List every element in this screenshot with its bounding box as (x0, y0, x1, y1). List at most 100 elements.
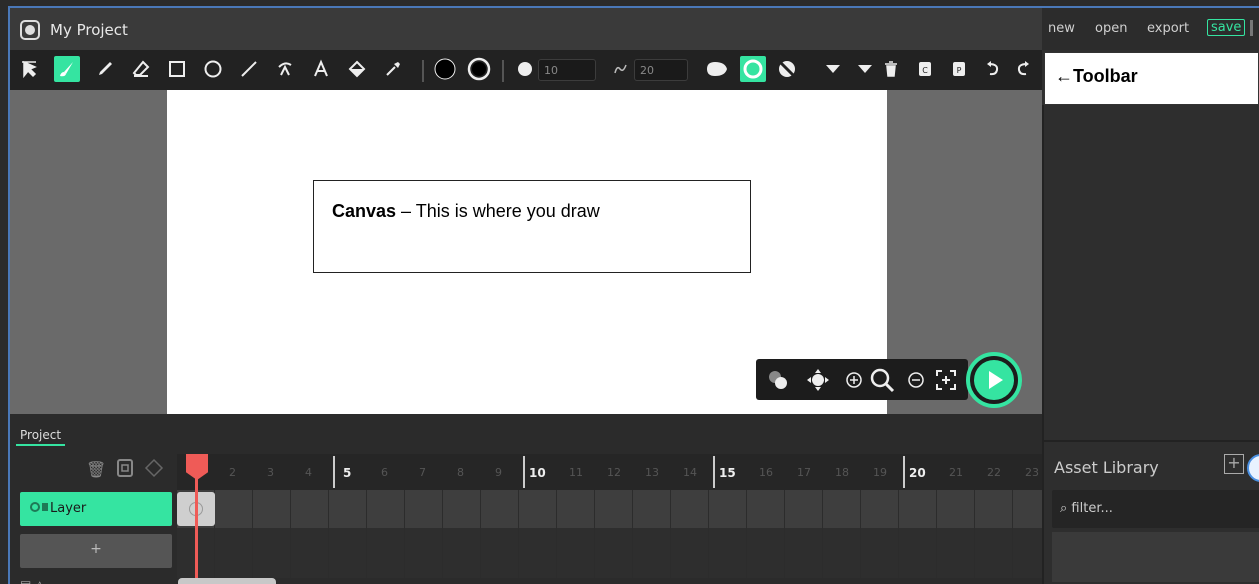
add-asset-icon[interactable]: + (1224, 454, 1244, 474)
dropdown-icon[interactable] (820, 56, 846, 82)
callout-arrow: ← (1055, 66, 1073, 86)
layer-frames-row[interactable] (177, 490, 1042, 528)
menu-overflow-icon[interactable] (1250, 20, 1253, 36)
brush-size-icon (512, 56, 538, 82)
smoothing-field[interactable] (634, 59, 688, 81)
svg-text:C: C (922, 66, 928, 75)
toolbar-callout: ←Toolbar (1044, 52, 1259, 105)
frame-number: 6 (381, 466, 388, 479)
copy-icon[interactable]: C (912, 56, 938, 82)
file-menu: new open export save (1042, 8, 1259, 50)
timeline-scrollbar[interactable] (178, 578, 276, 584)
frame-number: 11 (569, 466, 583, 479)
layer-name: Layer (50, 501, 87, 516)
frame-number: 4 (305, 466, 312, 479)
delete-icon[interactable] (878, 56, 904, 82)
stage-area: Canvas – This is where you draw (10, 90, 1042, 414)
mask-mode-icon[interactable] (774, 56, 800, 82)
fill-color-swatch-icon[interactable] (432, 56, 458, 82)
major-frame-mark (903, 456, 905, 488)
toolbar: C P (10, 50, 1042, 90)
fill-icon[interactable] (344, 56, 370, 82)
paste-icon[interactable]: P (946, 56, 972, 82)
menu-export[interactable]: export (1147, 21, 1189, 36)
menu-save[interactable]: save (1207, 19, 1246, 36)
frame-number: 21 (949, 466, 963, 479)
visibility-icon[interactable] (30, 502, 40, 512)
frame-number: 13 (645, 466, 659, 479)
frame-number: 10 (529, 466, 546, 480)
eraser-icon[interactable] (128, 56, 154, 82)
toolbar-separator (422, 60, 424, 82)
canvas-callout: Canvas – This is where you draw (313, 180, 751, 273)
fill-mode-icon[interactable] (704, 56, 730, 82)
title-bar: My Project (10, 8, 1042, 50)
text-icon[interactable] (308, 56, 334, 82)
select-icon[interactable] (16, 56, 42, 82)
major-frame-mark (713, 456, 715, 488)
brush-icon[interactable] (54, 56, 80, 82)
eyedropper-icon[interactable] (380, 56, 406, 82)
frame-number: 14 (683, 466, 697, 479)
frame-number: 22 (987, 466, 1001, 479)
play-button[interactable] (966, 352, 1022, 408)
callout-canvas-bold: Canvas (332, 201, 397, 221)
pan-icon[interactable] (804, 366, 832, 394)
app-logo-icon (20, 20, 40, 40)
brush-size-field[interactable] (538, 59, 596, 81)
zoom-in-icon[interactable] (840, 366, 868, 394)
stroke-mode-icon[interactable] (740, 56, 766, 82)
project-title: My Project (50, 21, 128, 39)
rectangle-icon[interactable] (164, 56, 190, 82)
playhead-line (195, 474, 198, 582)
lock-icon[interactable] (42, 503, 48, 511)
layer-item[interactable]: Layer (20, 492, 172, 526)
zoom-icon[interactable] (868, 366, 896, 394)
frame-number: 3 (267, 466, 274, 479)
menu-open[interactable]: open (1095, 21, 1127, 36)
app-window: My Project new open export save 10 20 C … (8, 6, 1259, 584)
major-frame-mark (523, 456, 525, 488)
add-layer-button[interactable]: + (20, 534, 172, 568)
frame-number: 2 (229, 466, 236, 479)
redo-icon[interactable] (1010, 56, 1036, 82)
asset-library-panel: Asset Library + ⌕ filter... (1042, 440, 1259, 584)
frame-number: 15 (719, 466, 736, 480)
search-icon: ⌕ (1060, 501, 1068, 516)
frame-number: 8 (457, 466, 464, 479)
line-icon[interactable] (236, 56, 262, 82)
onion-skin-icon[interactable] (764, 366, 792, 394)
asset-library-title: Asset Library (1054, 458, 1159, 477)
menu-new[interactable]: new (1048, 21, 1075, 36)
frame-number: 5 (343, 466, 352, 480)
filter-down-icon[interactable] (852, 56, 878, 82)
path-icon[interactable] (272, 56, 298, 82)
frame-number: 19 (873, 466, 887, 479)
fit-screen-icon[interactable] (932, 366, 960, 394)
frame-number: 20 (909, 466, 926, 480)
keyframe-icon[interactable] (144, 458, 164, 482)
asset-filter-input[interactable]: ⌕ filter... (1052, 490, 1259, 528)
ellipse-icon[interactable] (200, 56, 226, 82)
frame-icon[interactable] (116, 458, 134, 482)
callout-canvas-text: – This is where you draw (396, 201, 600, 221)
timeline-footer-icons[interactable]: ▤ △ (20, 578, 44, 584)
toolbar-separator (502, 60, 504, 82)
undo-icon[interactable] (980, 56, 1006, 82)
frame-number: 12 (607, 466, 621, 479)
asset-list (1052, 532, 1259, 582)
filter-placeholder: filter... (1071, 501, 1113, 516)
callout-toolbar-label: Toolbar (1073, 66, 1138, 86)
timeline-panel: Project 🗑 2 3 4 5 6 7 8 9 10 11 12 13 14… (10, 414, 1042, 584)
asset-help-icon[interactable] (1247, 454, 1259, 482)
frame-number: 16 (759, 466, 773, 479)
frame-ruler[interactable]: 2 3 4 5 6 7 8 9 10 11 12 13 14 15 16 17 … (177, 454, 1042, 490)
frame-number: 17 (797, 466, 811, 479)
stroke-color-swatch-icon[interactable] (466, 56, 492, 82)
pencil-icon[interactable] (92, 56, 118, 82)
empty-frames-row (177, 528, 1042, 578)
tab-project[interactable]: Project (16, 426, 66, 446)
delete-layer-icon[interactable]: 🗑 (86, 460, 106, 479)
frame-number: 18 (835, 466, 849, 479)
zoom-out-icon[interactable] (902, 366, 930, 394)
